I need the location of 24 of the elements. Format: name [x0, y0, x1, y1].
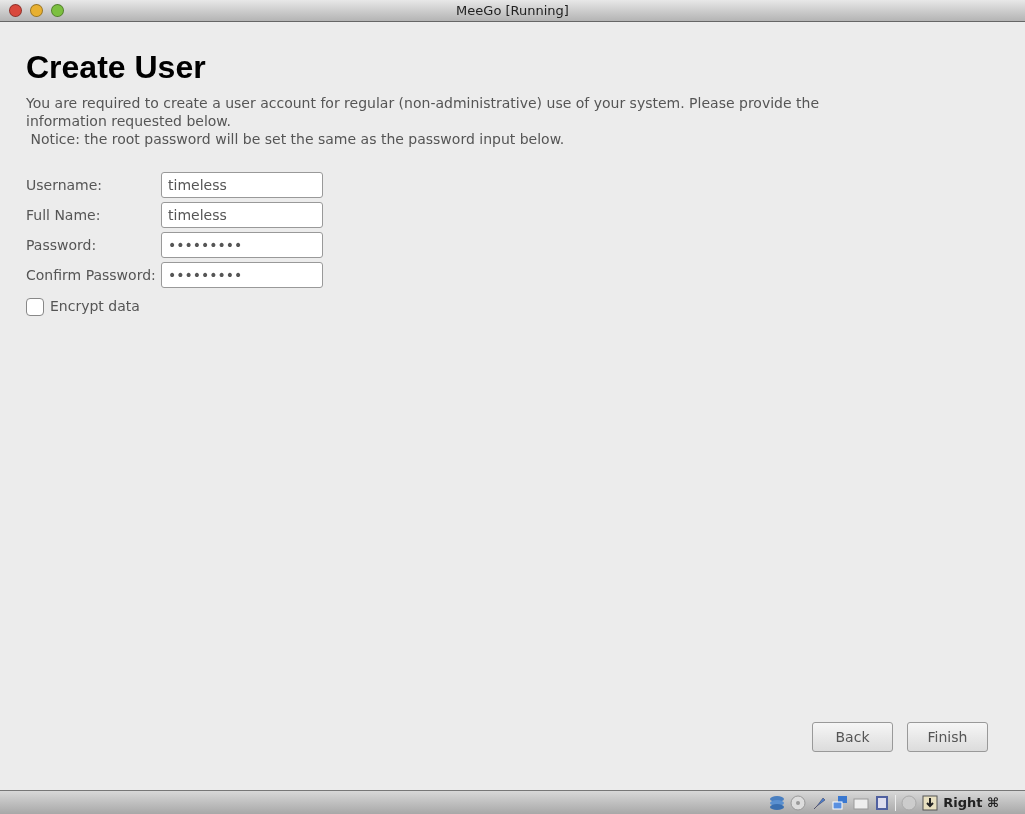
finish-button[interactable]: Finish — [907, 722, 988, 752]
text-field[interactable]: ••••••••• — [161, 232, 323, 258]
field-label: Full Name: — [26, 205, 102, 225]
checkbox-label: Encrypt data — [50, 297, 140, 316]
download-icon[interactable] — [922, 794, 939, 811]
description-text: You are required to create a user account for regular (non-administrative) use of your system. Please provide the information requested below. — [26, 94, 820, 130]
text-field[interactable]: timeless — [161, 172, 323, 198]
text-field[interactable]: timeless — [161, 202, 323, 228]
optical-disc-icon[interactable] — [790, 794, 807, 811]
zoom-button[interactable] — [51, 4, 64, 17]
minimize-button[interactable] — [30, 4, 43, 17]
page-heading: Create User — [26, 48, 207, 86]
checkbox[interactable] — [26, 297, 44, 316]
close-button[interactable] — [9, 4, 22, 17]
back-button[interactable]: Back — [812, 722, 893, 752]
window-title: MeeGo [Running] — [456, 1, 569, 20]
text-field[interactable]: ••••••••• — [161, 262, 323, 288]
disk-icon[interactable] — [769, 794, 786, 811]
network-icon[interactable] — [832, 794, 849, 811]
host-key-text: Right ⌘ — [943, 793, 999, 812]
field-label: Password: — [26, 235, 98, 255]
field-label: Username: — [26, 175, 104, 195]
field-label: Confirm Password: — [26, 265, 157, 285]
notice-text: Notice: the root password will be set the same as the password input below. — [29, 130, 566, 148]
